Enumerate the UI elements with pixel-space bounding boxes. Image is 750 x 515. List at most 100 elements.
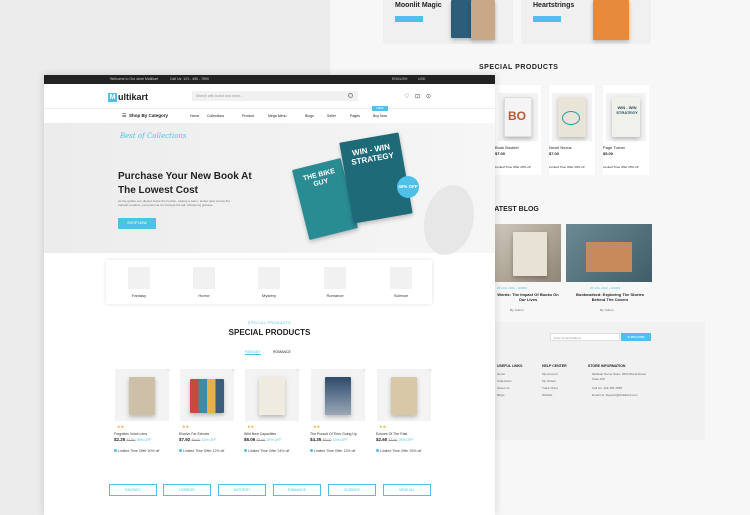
bike-icon <box>562 111 580 125</box>
product-offer: Limited Time Offer 25% off <box>376 449 421 453</box>
menu-icon[interactable]: ☰ <box>122 113 126 119</box>
book-text-bo: BO <box>508 109 526 123</box>
blog-title-1[interactable]: Words: The Impact Of Books On Our Lives <box>495 292 561 302</box>
nav-seller[interactable]: Seller <box>327 114 336 118</box>
shop-by-category[interactable]: Shop By Category <box>129 113 168 118</box>
category-fantasy-icon[interactable] <box>128 267 150 289</box>
heart-icon[interactable]: ♡ <box>428 368 432 373</box>
bottom-romance-button[interactable]: ROMANCE <box>273 484 321 496</box>
right-product-image: BO <box>498 93 538 141</box>
category-horror-icon[interactable] <box>193 267 215 289</box>
product-book-cover <box>391 377 417 415</box>
product-card[interactable]: ♡ ★★ Forgotten Voice Lens $2.25 $3.50 35… <box>112 365 172 457</box>
logo[interactable]: M ultikart <box>108 92 148 102</box>
right-product-card-1[interactable]: BO Book Booklet $7.00 Limited Time Offer… <box>495 85 541 175</box>
nav-home[interactable]: Home <box>190 114 199 118</box>
nav-pages[interactable]: Pages <box>350 114 360 118</box>
product-name: The Pursuit Of Time Going Up <box>310 432 357 436</box>
search-input[interactable]: Search with brand and more... <box>192 91 358 101</box>
right-product-name: Novel Nexus <box>549 145 572 150</box>
footer-help-item[interactable]: My Account <box>542 372 558 377</box>
heart-icon[interactable]: ♡ <box>166 368 170 373</box>
category-romance[interactable]: Romance <box>310 293 360 298</box>
category-mystery[interactable]: Mystery <box>244 293 294 298</box>
product-book-cover <box>325 377 351 415</box>
wishlist-icon[interactable]: ♡ <box>404 93 409 100</box>
product-image <box>377 369 431 421</box>
price-current: $2.60 <box>376 437 388 442</box>
tab-romance[interactable]: ROMANCE <box>273 350 291 354</box>
nav-product[interactable]: Product <box>242 114 254 118</box>
language-select[interactable]: ENGLISH <box>392 77 407 81</box>
blog-by-1: By: Admin <box>510 308 524 312</box>
banner-heartstrings-button[interactable] <box>533 16 561 22</box>
category-horror[interactable]: Horror <box>179 293 229 298</box>
nav-blogs[interactable]: Blogs <box>305 114 314 118</box>
product-price: $2.60 $3.50 25% OFF <box>376 437 414 442</box>
nav-buy-now[interactable]: Buy Now <box>373 114 387 118</box>
nav-collections[interactable]: Collections <box>207 114 224 118</box>
blog-date-2: 05 AUG 2024 - ADMIN <box>590 286 621 290</box>
footer-help-item[interactable]: Wishlist <box>542 393 552 398</box>
category-science[interactable]: Science <box>376 293 426 298</box>
price-off: 13% OFF <box>332 438 348 442</box>
cart-icon[interactable]: ⊡ <box>415 93 420 100</box>
footer-useful-item[interactable]: Collections <box>497 379 512 384</box>
category-mystery-icon[interactable] <box>258 267 280 289</box>
category-romance-icon[interactable] <box>324 267 346 289</box>
footer-help-item[interactable]: My Orders <box>542 379 556 384</box>
heart-icon[interactable]: ♡ <box>296 368 300 373</box>
phone-text: Call Us: 123 - 456 - 7890 <box>170 77 209 81</box>
bottom-fantasy-button[interactable]: FANTASY <box>109 484 157 496</box>
footer-useful-item[interactable]: About Us <box>497 386 509 391</box>
blog-title-2[interactable]: Bookmarked: Exploring The Stories Behind… <box>570 292 650 302</box>
rating-stars: ★★ <box>117 424 125 429</box>
banner-heartstrings[interactable]: Heartstrings <box>521 0 651 44</box>
blog-image-2[interactable] <box>566 224 652 282</box>
user-icon[interactable]: ⊙ <box>426 93 431 100</box>
product-name: Forgotten Voice Lens <box>114 432 148 436</box>
heart-icon[interactable]: ♡ <box>362 368 366 373</box>
blog-by-2: By: Admin <box>600 308 614 312</box>
price-old: $9.00 <box>191 438 201 442</box>
footer-help-item[interactable]: Track Order <box>542 386 558 391</box>
right-product-card-2[interactable]: Novel Nexus $7.00 Limited Time Offer 20%… <box>549 85 595 175</box>
hero-shop-now-button[interactable]: SHOP NOW <box>118 218 156 229</box>
bottom-horror-button[interactable]: HORROR <box>163 484 211 496</box>
price-off: 12% OFF <box>201 438 217 442</box>
bottom-science-button[interactable]: SCIENCE <box>328 484 376 496</box>
footer-useful-item[interactable]: Home <box>497 372 505 377</box>
right-product-price: $7.00 <box>495 151 506 156</box>
category-fantasy[interactable]: Fantasy <box>114 293 164 298</box>
product-card[interactable]: ♡ ★★ Wild New Capacities $6.06 $8.00 24%… <box>242 365 302 457</box>
price-old: $3.50 <box>126 438 136 442</box>
search-icon[interactable] <box>348 93 353 98</box>
hero-description: As the golden sun dipped below the horiz… <box>118 199 230 207</box>
logo-text: ultikart <box>118 92 149 102</box>
right-product-offer: Limited Time Offer 20% off <box>549 165 585 169</box>
bottom-view-all-button[interactable]: VIEW ALL <box>383 484 431 496</box>
banner-moonlit[interactable]: Moonlit Magic <box>383 0 513 44</box>
category-science-icon[interactable] <box>390 267 412 289</box>
footer-useful-item[interactable]: Blogs <box>497 393 505 398</box>
product-card[interactable]: ♡ ★★ Echoes Of The Past $2.60 $3.50 25% … <box>374 365 434 457</box>
currency-select[interactable]: USD <box>418 77 425 81</box>
product-card[interactable]: ♡ ★★ Elusive Far Echoes $7.92 $9.00 12% … <box>177 365 237 457</box>
welcome-text: Welcome to Our store Multikart <box>110 77 159 81</box>
banner-moonlit-button[interactable] <box>395 16 423 22</box>
bottom-mystery-button[interactable]: MYSTERY <box>218 484 266 496</box>
product-name: Wild New Capacities <box>244 432 277 436</box>
right-product-card-3[interactable]: WIN - WIN STRATEGY Page Turner $5.00 Lim… <box>603 85 649 175</box>
product-book-cover <box>259 377 285 415</box>
top-bar: Welcome to Our store Multikart Call Us: … <box>44 75 495 84</box>
heart-icon[interactable]: ♡ <box>231 368 235 373</box>
blog-image-1[interactable] <box>495 224 561 282</box>
nav-mega-menu[interactable]: Mega Menu <box>268 114 286 118</box>
newsletter-input[interactable]: Enter Email Address <box>550 333 620 341</box>
tab-fantasy[interactable]: FANTASY <box>245 350 261 355</box>
subscribe-button[interactable]: SUBSCRIBE <box>621 333 651 341</box>
footer-help-title: HELP CENTER <box>542 364 567 368</box>
product-card[interactable]: ♡ ★★ The Pursuit Of Time Going Up $4.35 … <box>308 365 368 457</box>
price-off: 24% OFF <box>266 438 282 442</box>
footer-store-item: Call Us: 123-456-7898 <box>592 386 623 390</box>
